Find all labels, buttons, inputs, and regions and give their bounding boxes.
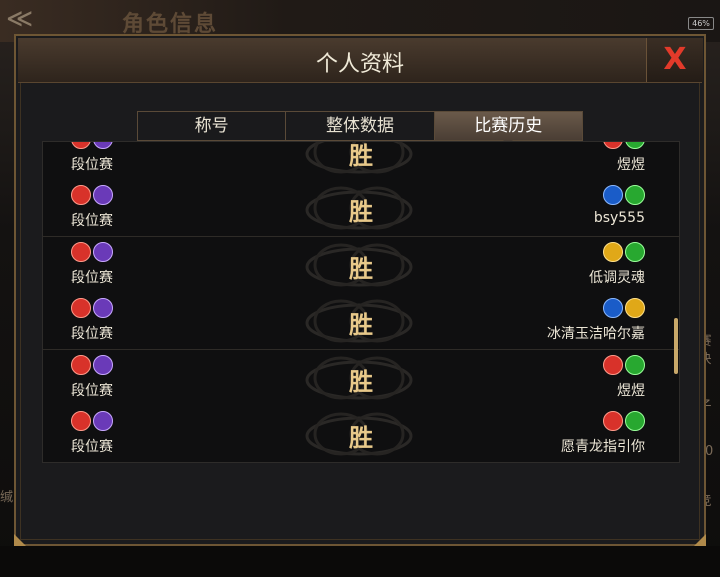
back-arrow-icon[interactable]: ≪ — [6, 4, 62, 34]
battery-indicator: 46% — [688, 17, 714, 30]
tab-match-history[interactable]: 比赛历史 — [434, 112, 582, 145]
match-mode: 段位赛 — [71, 157, 113, 173]
hero-icon-yellow — [603, 242, 623, 262]
hero-icon-blue — [603, 298, 623, 318]
hero-icon-blue — [603, 185, 623, 205]
tab-titles[interactable]: 称号 — [138, 112, 287, 140]
opponent-hero-icons — [603, 355, 645, 375]
match-row[interactable]: 段位赛 胜 bsy555 — [43, 180, 679, 237]
match-result: 胜 — [349, 310, 373, 339]
dialog-header: 个人资料 X — [18, 38, 703, 83]
hero-icon-green — [625, 411, 645, 431]
tab-overall-stats[interactable]: 整体数据 — [286, 112, 435, 140]
player-name[interactable]: 低调灵魂 — [589, 267, 645, 287]
match-row[interactable]: 段位赛 胜 煜煜 — [43, 350, 679, 407]
hero-icon-red — [71, 411, 91, 431]
opponent-hero-icons — [603, 185, 645, 205]
match-row[interactable]: 段位赛 胜 低调灵魂 — [43, 237, 679, 294]
match-result: 胜 — [349, 423, 373, 452]
opponent-hero-icons — [603, 298, 645, 318]
hero-icon-purple — [93, 298, 113, 318]
match-result: 胜 — [349, 141, 373, 170]
match-row[interactable]: 段位赛 胜 愿青龙指引你 — [43, 406, 679, 462]
player-name[interactable]: 愿青龙指引你 — [561, 436, 645, 456]
hero-icon-purple — [93, 142, 113, 149]
match-result: 胜 — [349, 254, 373, 283]
match-mode: 段位赛 — [71, 326, 113, 342]
match-mode: 段位赛 — [71, 213, 113, 229]
hero-icon-purple — [93, 185, 113, 205]
hero-icon-red — [603, 142, 623, 149]
hero-icon-red — [603, 355, 623, 375]
match-result: 胜 — [349, 367, 373, 396]
player-name[interactable]: bsy555 — [594, 210, 645, 226]
player-name[interactable]: 冰清玉洁哈尔嘉 — [547, 323, 645, 343]
hero-icon-red — [71, 185, 91, 205]
bottom-strip — [0, 546, 720, 577]
match-mode: 段位赛 — [71, 383, 113, 399]
hero-icon-red — [71, 298, 91, 318]
corner-ornament-right — [694, 534, 706, 546]
hero-icon-purple — [93, 355, 113, 375]
match-mode: 段位赛 — [71, 439, 113, 455]
match-row[interactable]: 段位赛 胜 冰清玉洁哈尔嘉 — [43, 293, 679, 350]
match-result: 胜 — [349, 197, 373, 226]
hero-icon-green — [625, 185, 645, 205]
hero-icon-red — [71, 142, 91, 149]
scrollbar-track — [674, 145, 678, 455]
match-history-list[interactable]: 段位赛胜煜煜 段位赛胜 bsy555 段位赛胜低调灵魂 段位赛胜冰清玉洁哈尔嘉 段位赛胜煜… — [42, 141, 680, 463]
hero-icon-purple — [93, 242, 113, 262]
close-button[interactable]: X — [646, 38, 703, 82]
hero-icon-yellow — [625, 298, 645, 318]
opponent-hero-icons — [603, 411, 645, 431]
dialog-title: 个人资料 — [315, 52, 404, 77]
tab-bar: 称号 整体数据 比赛历史 — [137, 111, 583, 145]
hero-icon-purple — [93, 411, 113, 431]
hero-icon-red — [71, 242, 91, 262]
side-label-left-1: 缄 — [0, 490, 14, 505]
scrollbar-thumb[interactable] — [674, 318, 678, 374]
corner-ornament-left — [14, 534, 26, 546]
player-name[interactable]: 煜煜 — [617, 380, 645, 400]
hero-icon-red — [71, 355, 91, 375]
opponent-hero-icons — [603, 142, 645, 149]
player-name[interactable]: 煜煜 — [617, 154, 645, 174]
hero-icon-green — [625, 242, 645, 262]
opponent-hero-icons — [603, 242, 645, 262]
hero-icon-red — [603, 411, 623, 431]
hero-icon-green — [625, 142, 645, 149]
match-row[interactable]: 段位赛 胜 煜煜 — [43, 141, 679, 181]
hero-icon-green — [625, 355, 645, 375]
match-mode: 段位赛 — [71, 270, 113, 286]
